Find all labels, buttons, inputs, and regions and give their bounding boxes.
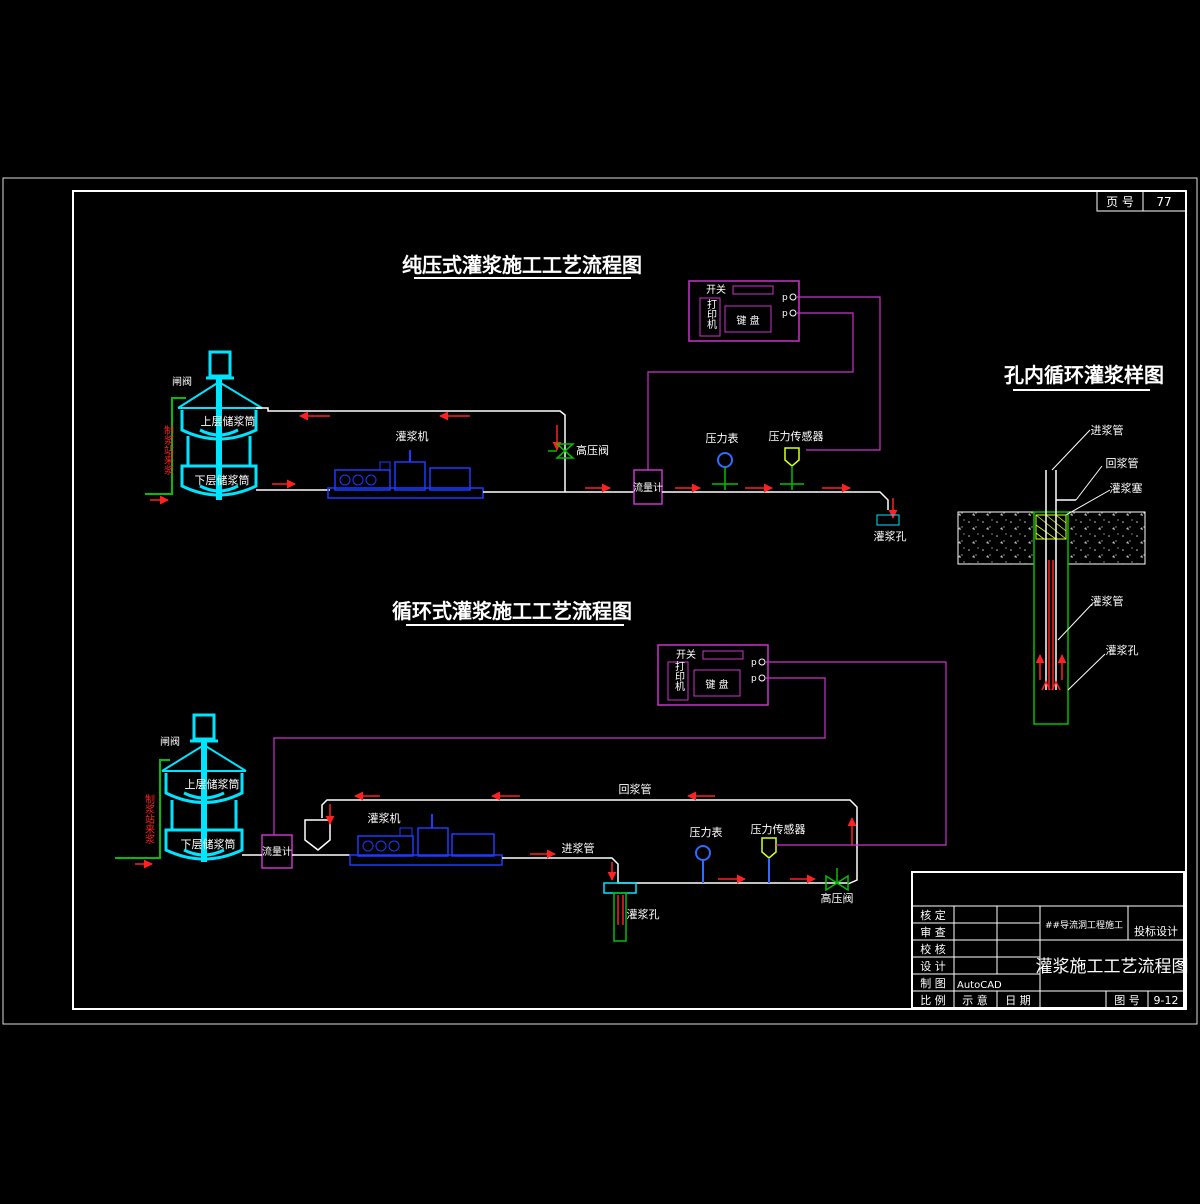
in-hole-return-pipe-label: 回浆管 (1106, 456, 1139, 470)
hopper-icon (304, 819, 331, 851)
grout-pump-1: 灌浆机 (327, 429, 484, 499)
upper-tank-label: 上层储浆筒 (201, 414, 256, 428)
port-p1: p (782, 293, 788, 303)
page-number: 77 (1156, 195, 1171, 209)
relief-valve-label: 高压阀 (821, 891, 854, 905)
scale-value: 示 意 (962, 993, 988, 1007)
diagram1-title: 纯压式灌浆施工工艺流程图 (402, 253, 642, 277)
port-p2: p (782, 309, 788, 319)
port-p2: p (751, 674, 757, 684)
supply-label: 制浆站来浆 (162, 424, 174, 475)
figno-value: 9-12 (1154, 994, 1179, 1007)
title-block: 核 定 审 查 校 核 设 计 制 图 比 例 AutoCAD 示 意 日 期 … (911, 871, 1189, 1009)
row-check: 校 核 (920, 942, 946, 956)
lower-tank-label: 下层储浆筒 (181, 837, 236, 851)
grout-tube-label: 灌浆管 (1091, 594, 1124, 608)
gate-valve-label: 闸阀 (160, 735, 180, 748)
recorder-panel-1: 开关 打印机 键 盘 p p (688, 280, 800, 342)
feed-line (662, 491, 889, 510)
printer-label: 打印机 (673, 660, 685, 692)
pump-label: 灌浆机 (396, 429, 429, 443)
signal-line-flowmeter (647, 312, 854, 470)
printer-label: 打印机 (705, 298, 717, 330)
signal-line-sensor (796, 296, 881, 451)
keyboard-label: 键 盘 (705, 678, 728, 691)
diagram2-title: 循环式灌浆施工工艺流程图 (392, 599, 632, 623)
diagram-circulation: 循环式灌浆施工工艺流程图 上层储浆筒 下层储浆筒 闸阀 制浆站来浆 流量计 回浆… (115, 599, 947, 942)
pressure-sensor-icon (761, 837, 777, 859)
in-hole-grout-hole-label: 灌浆孔 (1106, 643, 1139, 657)
port-p1: p (751, 658, 757, 668)
drafter-value: AutoCAD (957, 980, 1002, 991)
grout-hole-label: 灌浆孔 (627, 907, 660, 921)
switch-label: 开关 (676, 648, 696, 661)
cad-drawing: 页 号 77 纯压式灌浆施工工艺流程图 上层储浆筒 下层储浆筒 闸阀 制浆站来浆 (2, 177, 1198, 1025)
pump-label: 灌浆机 (368, 811, 401, 825)
keyboard-label: 键 盘 (736, 314, 759, 327)
tank-assembly-1: 上层储浆筒 下层储浆筒 闸阀 制浆站来浆 (145, 350, 263, 505)
pressure-gauge-icon (695, 845, 711, 861)
page-number-box: 页 号 77 (1096, 190, 1187, 212)
pressure-gauge-icon (717, 452, 733, 468)
diagram3-title: 孔内循环灌浆样图 (1004, 363, 1164, 387)
upper-tank-label: 上层储浆筒 (185, 777, 240, 791)
signal-line-flowmeter (273, 677, 826, 835)
grout-pump-2: 灌浆机 (349, 811, 503, 866)
row-approve: 核 定 (920, 908, 946, 922)
mixer-motor-icon (192, 713, 216, 741)
pressure-sensor-label: 压力传感器 (751, 823, 806, 836)
figno-label: 图 号 (1114, 994, 1140, 1007)
flow-meter-label: 流量计 (262, 845, 292, 858)
lower-tank-label: 下层储浆筒 (195, 473, 250, 487)
drawing-title: 灌浆施工工艺流程图 (1036, 957, 1189, 977)
date-label: 日 期 (1005, 994, 1031, 1007)
feed-pipe-label: 进浆管 (562, 841, 595, 855)
gate-valve-label: 闸阀 (172, 375, 192, 388)
flow-meter-label: 流量计 (633, 481, 663, 494)
grout-hole-head (603, 882, 637, 894)
design-stage: 投标设计 (1134, 924, 1178, 938)
relief-valve-label: 高压阀 (576, 443, 609, 457)
row-review: 审 查 (920, 925, 946, 939)
row-drafter: 制 图 (920, 977, 946, 990)
row-design: 设 计 (920, 960, 946, 973)
recorder-panel-2: 开关 打印机 键 盘 p p (657, 644, 769, 706)
pressure-gauge-label: 压力表 (690, 825, 723, 839)
tank-assembly-2: 上层储浆筒 下层储浆筒 闸阀 制浆站来浆 (115, 713, 247, 869)
grout-hole-body (613, 892, 627, 942)
drawing-sheet: 页 号 77 纯压式灌浆施工工艺流程图 上层储浆筒 下层储浆筒 闸阀 制浆站来浆 (0, 0, 1200, 1200)
pressure-gauge-label: 压力表 (706, 431, 739, 445)
pressure-sensor-icon (784, 447, 800, 467)
pressure-sensor-label: 压力传感器 (769, 430, 824, 443)
signal-line-sensor (765, 661, 947, 846)
project-name: ##导流洞工程施工 (1045, 919, 1123, 931)
diagram-pure-pressure: 纯压式灌浆施工工艺流程图 上层储浆筒 下层储浆筒 闸阀 制浆站来浆 高压阀 灌浆… (145, 253, 907, 543)
mixer-motor-icon (208, 350, 232, 378)
grout-hole-marker (876, 514, 900, 526)
grout-hole-label: 灌浆孔 (874, 529, 907, 543)
supply-label: 制浆站来浆 (143, 793, 155, 844)
borehole (1033, 511, 1069, 725)
in-hole-feed-pipe-label: 进浆管 (1091, 423, 1124, 437)
row-scale: 比 例 (920, 993, 946, 1007)
packer-label: 灌浆塞 (1110, 481, 1143, 495)
return-pipe-label: 回浆管 (619, 782, 652, 796)
page-label: 页 号 (1106, 195, 1134, 209)
switch-label: 开关 (706, 283, 726, 296)
diagram-in-hole: 孔内循环灌浆样图 进浆管 回浆管 灌浆塞 灌浆管 灌浆孔 (957, 363, 1164, 725)
